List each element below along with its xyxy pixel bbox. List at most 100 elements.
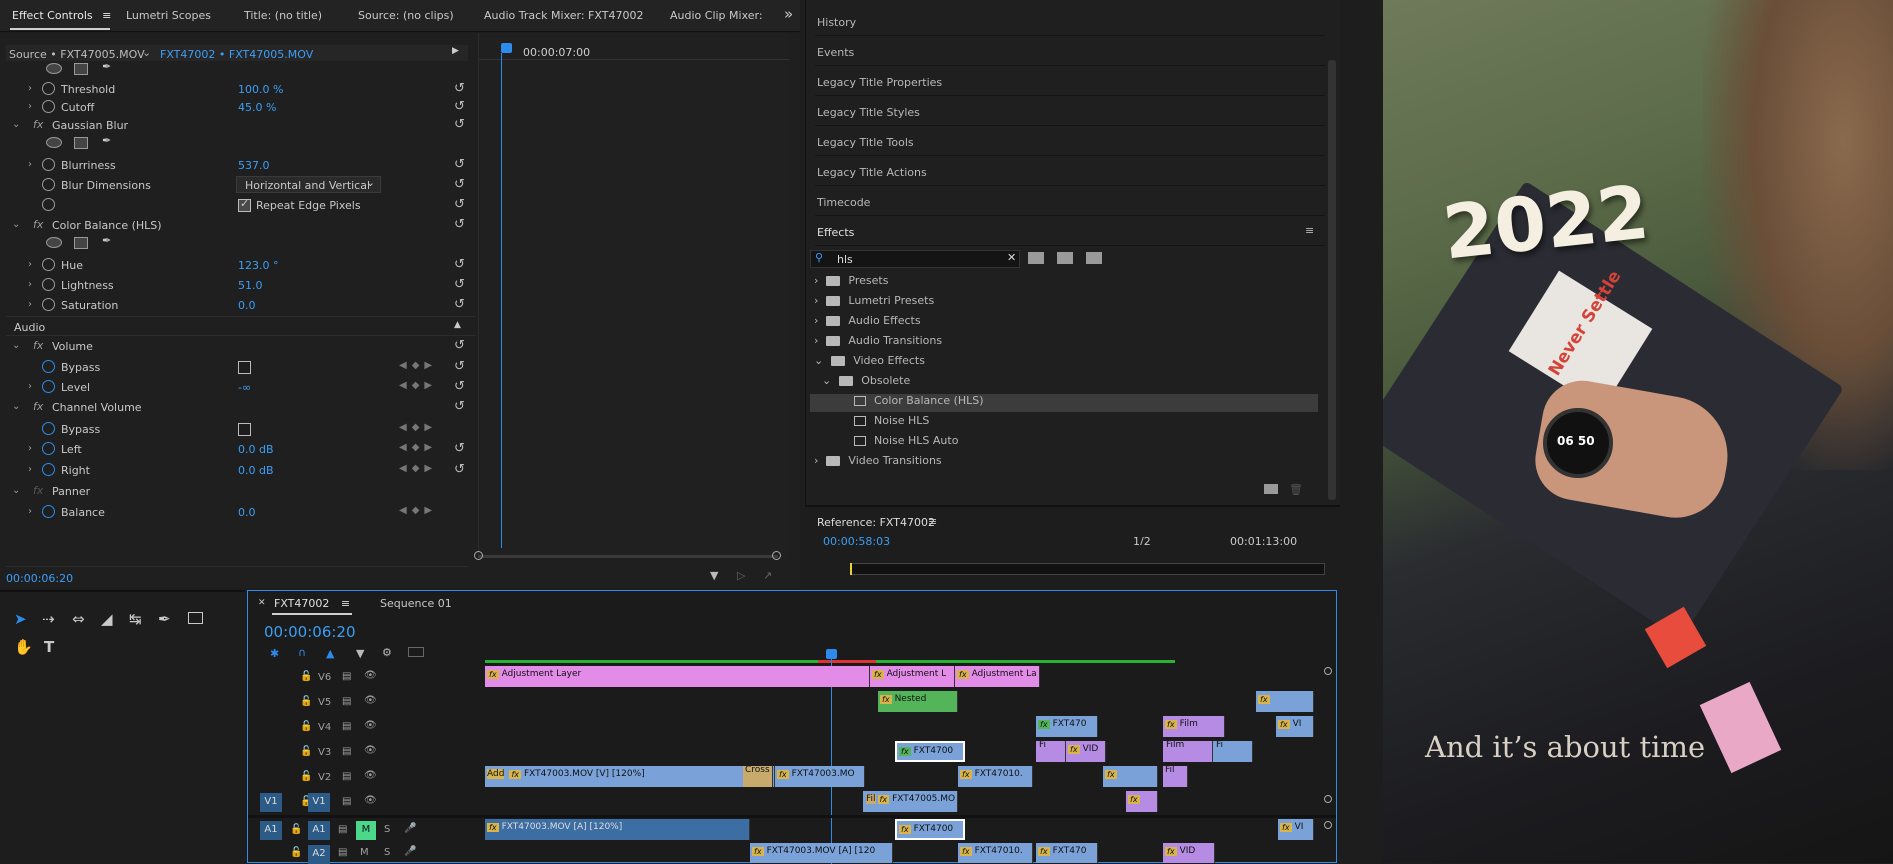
yuv-effects-icon[interactable] xyxy=(1086,252,1102,264)
reset-icon[interactable]: ↺ xyxy=(454,257,465,272)
eye-icon[interactable]: 👁 xyxy=(364,720,377,731)
lock-icon[interactable]: 🔓 xyxy=(300,721,312,732)
source-patch-v1[interactable]: V1 xyxy=(260,793,282,812)
stopwatch-icon[interactable] xyxy=(42,158,55,171)
stopwatch-icon[interactable] xyxy=(42,278,55,291)
type-tool-icon[interactable]: T xyxy=(44,638,54,656)
linked-selection-icon[interactable]: ▲ xyxy=(326,647,334,660)
clip-adjustment-layer[interactable]: fx Adjustment Layer xyxy=(485,666,870,687)
rectangle-mask-icon[interactable] xyxy=(74,137,88,149)
sync-lock-icon[interactable]: ▤ xyxy=(342,671,351,682)
clip-v3-right[interactable]: Fi xyxy=(1213,741,1253,762)
timeline-tab-sequence01[interactable]: Sequence 01 xyxy=(380,597,452,610)
eye-icon[interactable]: 👁 xyxy=(364,745,377,756)
clip-fxt470-v4[interactable]: fx FXT470 xyxy=(1036,716,1098,737)
ec-scroll-handle-right[interactable] xyxy=(772,551,781,560)
volume-row[interactable]: ⌄ fx Volume ↺ xyxy=(6,336,476,356)
slip-tool-icon[interactable]: ↹ xyxy=(129,610,142,628)
bypass-checkbox[interactable] xyxy=(238,361,251,374)
chevron-down-icon[interactable]: ⌄ xyxy=(814,354,823,367)
source-patch-a1[interactable]: A1 xyxy=(260,821,282,840)
tree-item-audio-transitions[interactable]: › Audio Transitions xyxy=(810,334,1318,352)
panel-events[interactable]: Events xyxy=(815,38,1325,66)
export-icon[interactable]: ↗ xyxy=(763,569,772,582)
hue-value[interactable]: 123.0 ° xyxy=(238,259,279,272)
chevron-right-icon[interactable]: › xyxy=(814,334,818,347)
stopwatch-icon[interactable] xyxy=(42,298,55,311)
gaussian-blur-row[interactable]: ⌄ fx Gaussian Blur ↺ xyxy=(6,115,476,135)
clip-a1-right[interactable]: fx VI xyxy=(1278,819,1314,840)
panel-history[interactable]: History xyxy=(815,8,1325,36)
captions-icon[interactable] xyxy=(408,647,424,657)
timeline-tab-fxt47002[interactable]: FXT47002 ≡ xyxy=(274,597,350,610)
reset-icon[interactable]: ↺ xyxy=(454,197,465,212)
chevron-down-icon[interactable]: ⌄ xyxy=(12,485,20,496)
ripple-edit-tool-icon[interactable]: ⇔ xyxy=(72,610,85,628)
clip-fi-v3[interactable]: Fi xyxy=(1036,741,1066,762)
clip-adjustment-2[interactable]: fx Adjustment L xyxy=(870,666,955,687)
tree-item-lumetri-presets[interactable]: › Lumetri Presets xyxy=(810,294,1318,312)
selection-tool-icon[interactable]: ➤ xyxy=(14,610,27,628)
clip-fxt4700-a1[interactable]: fx FXT4700 xyxy=(895,819,965,840)
chevron-right-icon[interactable]: › xyxy=(28,381,32,392)
ec-scroll-bar[interactable] xyxy=(478,555,778,558)
clip-fxt47005-v1[interactable]: Fil fx FXT47005.MO xyxy=(863,791,958,812)
lock-icon[interactable]: 🔓 xyxy=(300,671,312,682)
clip-v2-mid[interactable]: fx xyxy=(1103,766,1158,787)
eye-icon[interactable]: 👁 xyxy=(364,770,377,781)
tab-source[interactable]: Source: (no clips) xyxy=(358,9,454,22)
panel-legacy-title-actions[interactable]: Legacy Title Actions xyxy=(815,158,1325,186)
mic-icon[interactable]: 🎤 xyxy=(404,823,416,834)
reference-scrub-bar[interactable] xyxy=(850,563,1325,575)
chevron-down-icon[interactable]: ⌄ xyxy=(12,119,20,130)
blur-dimensions-dropdown[interactable]: Horizontal and Vertical ⌄ xyxy=(236,176,381,193)
mic-icon[interactable]: 🎤 xyxy=(404,846,416,857)
tree-item-presets[interactable]: › Presets xyxy=(810,274,1318,292)
clip-v1-right[interactable]: fx xyxy=(1126,791,1158,812)
panel-effects[interactable]: Effects ≡ xyxy=(815,218,1325,246)
saturation-value[interactable]: 0.0 xyxy=(238,299,256,312)
reset-icon[interactable]: ↺ xyxy=(454,297,465,312)
chevron-down-icon[interactable]: ⌄ xyxy=(12,401,20,412)
hand-tool-icon[interactable]: ✋ xyxy=(14,638,33,656)
tab-audio-track-mixer[interactable]: Audio Track Mixer: FXT47002 xyxy=(484,9,643,22)
sync-lock-icon[interactable]: ▤ xyxy=(342,746,351,757)
new-bin-icon[interactable] xyxy=(1264,484,1278,494)
bypass2-checkbox[interactable] xyxy=(238,423,251,436)
wrench-icon[interactable]: ⚙ xyxy=(382,646,392,659)
clip-film-v4[interactable]: fx Film xyxy=(1163,716,1225,737)
stopwatch-icon[interactable] xyxy=(42,198,55,211)
clear-search-icon[interactable]: ✕ xyxy=(1007,251,1016,264)
rectangle-tool-icon[interactable] xyxy=(188,612,203,624)
reset-icon[interactable]: ↺ xyxy=(454,117,465,132)
track-v4[interactable]: 🔓 V4 ▤ 👁 xyxy=(248,716,478,741)
level-value[interactable]: -∞ xyxy=(238,381,251,394)
tree-item-noise-hls-auto[interactable]: Noise HLS Auto xyxy=(854,434,1318,452)
tree-item-noise-hls[interactable]: Noise HLS xyxy=(854,414,1318,432)
tree-item-video-transitions[interactable]: › Video Transitions xyxy=(810,454,1318,472)
tab-audio-clip-mixer[interactable]: Audio Clip Mixer: F xyxy=(670,9,762,22)
panel-menu-icon[interactable]: ≡ xyxy=(102,9,111,22)
stopwatch-icon[interactable] xyxy=(42,463,55,476)
track-a2[interactable]: 🔓 A2 ▤ M S 🎤 xyxy=(248,843,478,864)
left-value[interactable]: 0.0 dB xyxy=(238,443,274,456)
chevron-right-icon[interactable]: › xyxy=(814,454,818,467)
lock-icon[interactable]: 🔓 xyxy=(300,771,312,782)
eye-icon[interactable]: 👁 xyxy=(364,670,377,681)
panel-legacy-title-tools[interactable]: Legacy Title Tools xyxy=(815,128,1325,156)
chevron-down-icon[interactable]: ⌄ xyxy=(12,219,20,230)
lock-icon[interactable]: 🔓 xyxy=(290,847,302,858)
clip-fxt4700-v3[interactable]: fx FXT4700 xyxy=(895,741,965,762)
balance-value[interactable]: 0.0 xyxy=(238,506,256,519)
right-value[interactable]: 0.0 dB xyxy=(238,464,274,477)
color-balance-hls-row[interactable]: ⌄ fx Color Balance (HLS) ↺ xyxy=(6,215,476,235)
timeline-a-scroll-top[interactable] xyxy=(1324,821,1332,829)
clip-film-v3[interactable]: Film xyxy=(1163,741,1213,762)
ellipse-mask-icon[interactable] xyxy=(46,137,62,148)
right-panel-scrollbar[interactable] xyxy=(1328,60,1336,500)
panel-menu-icon[interactable]: ≡ xyxy=(341,597,350,610)
reference-timecode[interactable]: 00:00:58:03 xyxy=(823,535,890,545)
channel-volume-row[interactable]: ⌄ fx Channel Volume ↺ xyxy=(6,397,476,417)
timeline-v-scroll-top[interactable] xyxy=(1324,667,1332,675)
ec-playhead[interactable] xyxy=(501,43,512,53)
